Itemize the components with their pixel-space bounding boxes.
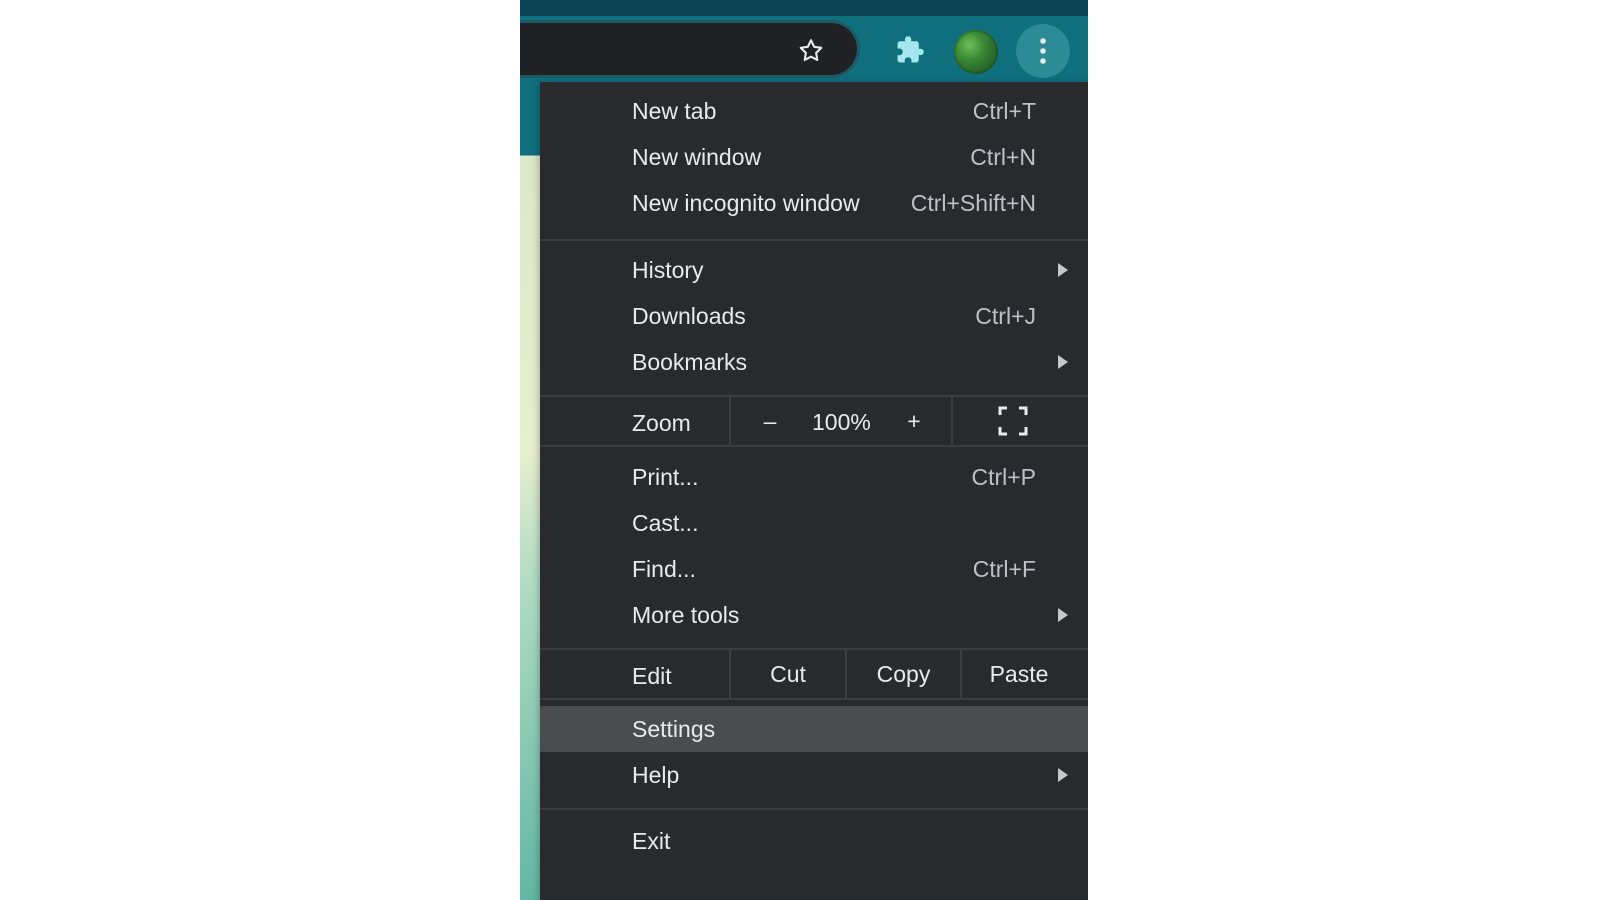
menu-item-new-incognito-window[interactable]: New incognito window Ctrl+Shift+N (540, 180, 1088, 226)
copy-label: Copy (876, 660, 931, 687)
menu-item-settings[interactable]: Settings (540, 706, 1088, 752)
menu-item-downloads[interactable]: Downloads Ctrl+J (540, 293, 1088, 339)
menu-item-exit[interactable]: Exit (540, 818, 1088, 864)
menu-item-bookmarks[interactable]: Bookmarks (540, 339, 1088, 385)
menu-item-label: More tools (632, 601, 740, 628)
menu-item-new-tab[interactable]: New tab Ctrl+T (540, 88, 1088, 134)
copy-button[interactable]: Copy (847, 650, 960, 698)
menu-item-label: Print... (632, 463, 699, 490)
zoom-in-button[interactable]: + (890, 397, 938, 445)
chrome-window: New tab Ctrl+T New window Ctrl+N New inc… (520, 0, 1088, 900)
menu-item-label: Settings (632, 715, 716, 742)
chevron-right-icon (1058, 608, 1068, 622)
menu-item-print[interactable]: Print... Ctrl+P (540, 454, 1088, 500)
menu-item-label: History (632, 256, 704, 283)
cut-label: Cut (770, 660, 806, 687)
divider (729, 397, 731, 445)
menu-item-label: Find... (632, 555, 696, 582)
menu-separator (540, 445, 1088, 447)
menu-item-label: Help (632, 761, 680, 788)
shortcut-text: Ctrl+Shift+N (910, 189, 1036, 216)
zoom-out-button[interactable]: – (746, 397, 794, 445)
puzzle-icon[interactable] (894, 34, 926, 66)
title-bar (520, 0, 1088, 16)
zoom-label: Zoom (632, 410, 691, 436)
fullscreen-icon (998, 406, 1028, 436)
menu-item-cast[interactable]: Cast... (540, 500, 1088, 546)
menu-item-new-window[interactable]: New window Ctrl+N (540, 134, 1088, 180)
menu-item-help[interactable]: Help (540, 752, 1088, 798)
menu-item-label: New incognito window (632, 189, 860, 216)
menu-item-label: New tab (632, 97, 717, 124)
menu-item-history[interactable]: History (540, 247, 1088, 293)
menu-item-label: Bookmarks (632, 348, 748, 375)
paste-button[interactable]: Paste (962, 650, 1076, 698)
menu-item-more-tools[interactable]: More tools (540, 592, 1088, 638)
menu-separator (540, 808, 1088, 810)
address-bar[interactable] (520, 23, 857, 75)
chevron-right-icon (1058, 263, 1068, 277)
zoom-level: 100% (812, 409, 871, 435)
shortcut-text: Ctrl+P (971, 463, 1036, 490)
browser-toolbar (520, 16, 1088, 82)
paste-label: Paste (989, 660, 1049, 687)
plus-icon: + (907, 407, 921, 434)
avatar[interactable] (954, 30, 998, 74)
fullscreen-button[interactable] (988, 399, 1038, 443)
shortcut-text: Ctrl+F (972, 555, 1036, 582)
menu-separator (540, 239, 1088, 241)
menu-item-label: Cast... (632, 509, 699, 536)
menu-item-label: Exit (632, 827, 671, 854)
edit-label: Edit (632, 663, 672, 689)
shortcut-text: Ctrl+N (970, 143, 1036, 170)
star-icon[interactable] (795, 35, 827, 67)
menu-item-find[interactable]: Find... Ctrl+F (540, 546, 1088, 592)
menu-separator (540, 698, 1088, 700)
menu-item-label: Downloads (632, 302, 746, 329)
shortcut-text: Ctrl+J (975, 302, 1036, 329)
chevron-right-icon (1058, 355, 1068, 369)
minus-icon: – (763, 407, 777, 434)
shortcut-text: Ctrl+T (972, 97, 1036, 124)
divider (951, 397, 953, 445)
cut-button[interactable]: Cut (731, 650, 845, 698)
chrome-menu: New tab Ctrl+T New window Ctrl+N New inc… (540, 82, 1088, 900)
menu-item-label: New window (632, 143, 762, 170)
chevron-right-icon (1058, 768, 1068, 782)
more-vertical-icon[interactable] (1016, 24, 1070, 78)
